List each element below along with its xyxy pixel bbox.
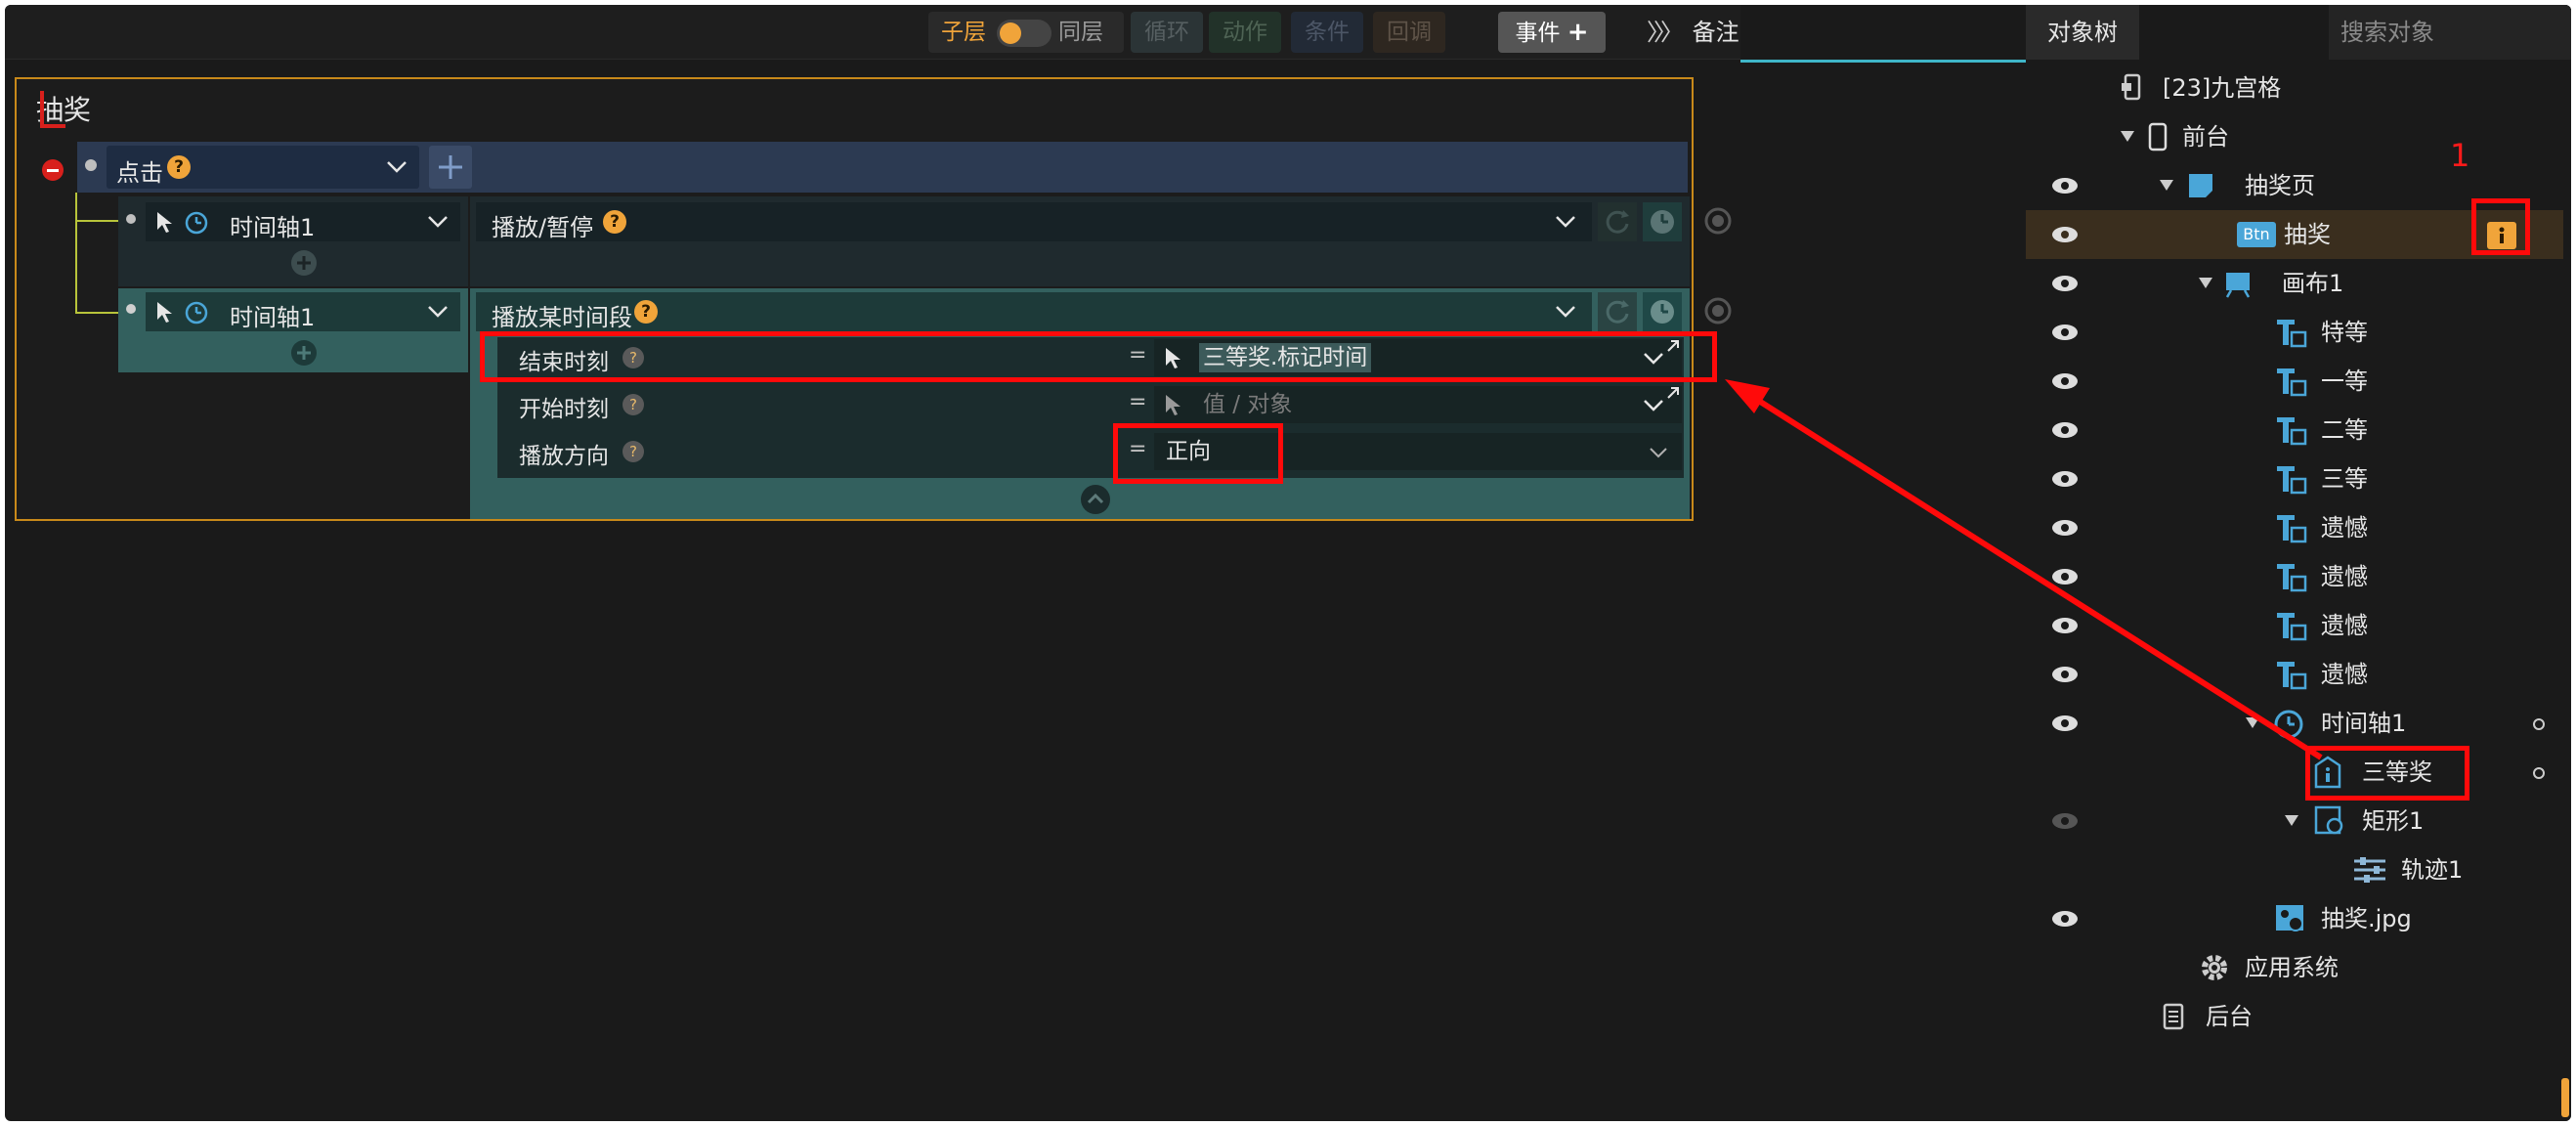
annotation-arrow [1725,379,2323,760]
app-window: 子层 同层 循环 动作 条件 回调 事件 + 〉〉〉 备注 抽奖 点击 ? 时间… [5,5,2571,1121]
